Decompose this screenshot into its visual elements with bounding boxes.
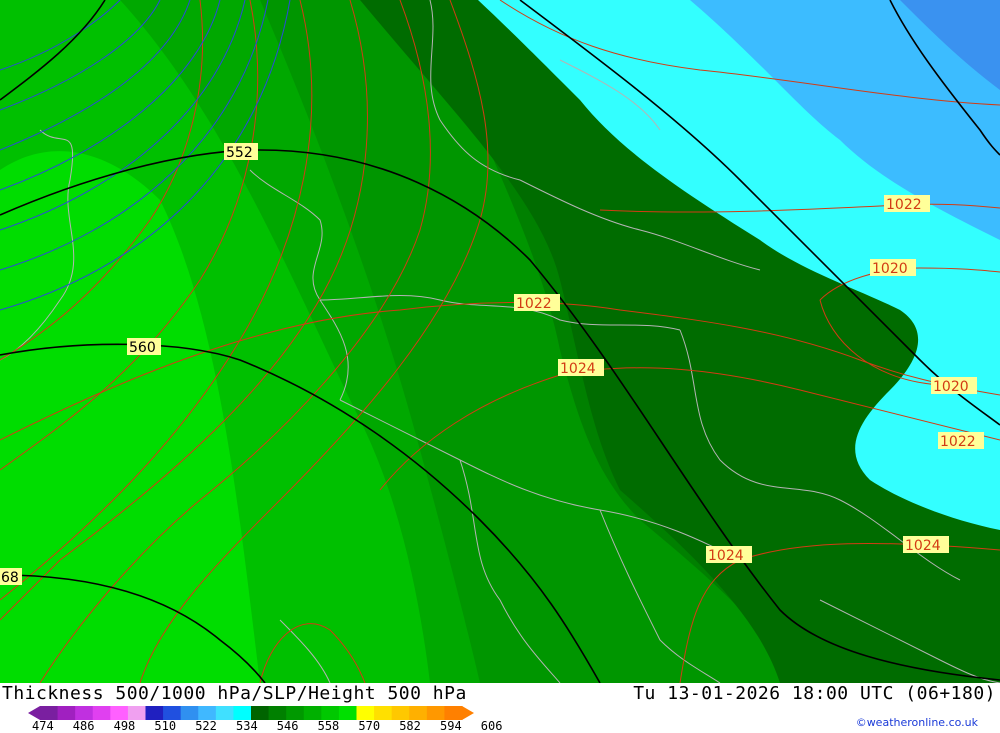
legend-cell bbox=[92, 706, 111, 720]
legend-tick: 522 bbox=[195, 719, 217, 733]
legend-tick: 570 bbox=[358, 719, 381, 733]
legend-cell bbox=[110, 706, 129, 720]
slp-label-1024-bottom: 1024 bbox=[706, 546, 752, 564]
legend-tick: 558 bbox=[317, 719, 340, 733]
legend-cell bbox=[40, 706, 59, 720]
svg-text:1022: 1022 bbox=[940, 434, 976, 450]
height-label-552: 552 bbox=[224, 143, 258, 161]
height-label-560: 560 bbox=[127, 338, 161, 356]
legend-tick: 594 bbox=[440, 719, 462, 733]
legend-cell bbox=[409, 706, 428, 720]
legend-cell bbox=[426, 706, 445, 720]
slp-label-1022-right: 1022 bbox=[938, 432, 984, 450]
svg-text:1020: 1020 bbox=[872, 261, 908, 277]
legend-cell bbox=[321, 706, 340, 720]
weather-map-view: 552 560 68 1022 1020 1022 1024 1020 1022… bbox=[0, 0, 1000, 733]
slp-label-1024-center: 1024 bbox=[558, 359, 604, 377]
legend-cell bbox=[251, 706, 270, 720]
svg-text:552: 552 bbox=[226, 145, 253, 161]
svg-text:1020: 1020 bbox=[933, 379, 969, 395]
legend-tick: 510 bbox=[154, 719, 177, 733]
map-valid-time: Tu 13-01-2026 18:00 UTC (06+180) bbox=[633, 683, 996, 704]
legend-cell bbox=[233, 706, 252, 720]
legend-cell bbox=[338, 706, 357, 720]
legend-cell bbox=[127, 706, 146, 720]
legend-arrow-high bbox=[462, 706, 474, 720]
slp-label-1020-top: 1020 bbox=[870, 259, 916, 277]
legend-tick: 606 bbox=[480, 719, 503, 733]
legend-cell bbox=[268, 706, 287, 720]
height-label-68: 68 bbox=[0, 568, 22, 586]
legend-cell bbox=[391, 706, 410, 720]
svg-text:1022: 1022 bbox=[886, 197, 922, 213]
map-title: Thickness 500/1000 hPa/SLP/Height 500 hP… bbox=[2, 683, 467, 704]
thickness-color-legend bbox=[28, 706, 474, 720]
svg-text:1022: 1022 bbox=[516, 296, 552, 312]
legend-cell bbox=[57, 706, 76, 720]
legend-cell bbox=[286, 706, 305, 720]
svg-text:1024: 1024 bbox=[560, 361, 596, 377]
svg-text:560: 560 bbox=[129, 340, 156, 356]
slp-label-1022-top: 1022 bbox=[884, 195, 930, 213]
map-footer: Thickness 500/1000 hPa/SLP/Height 500 hP… bbox=[0, 683, 1000, 733]
legend-tick: 582 bbox=[399, 719, 421, 733]
legend-tick: 534 bbox=[236, 719, 258, 733]
svg-text:1024: 1024 bbox=[905, 538, 941, 554]
legend-cell bbox=[75, 706, 94, 720]
legend-cell bbox=[145, 706, 164, 720]
source-credit[interactable]: ©weatheronline.co.uk bbox=[856, 716, 978, 729]
slp-label-1020-right: 1020 bbox=[931, 377, 977, 395]
legend-cell bbox=[215, 706, 234, 720]
legend-arrow-low bbox=[28, 706, 40, 720]
thickness-map: 552 560 68 1022 1020 1022 1024 1020 1022… bbox=[0, 0, 1000, 683]
svg-text:68: 68 bbox=[1, 570, 19, 586]
legend-tick: 498 bbox=[113, 719, 136, 733]
legend-tick-labels: 474 486 498 510 522 534 546 558 570 582 594 606 bbox=[0, 719, 520, 733]
legend-tick: 546 bbox=[276, 719, 299, 733]
legend-tick: 486 bbox=[72, 719, 95, 733]
legend-tick: 474 bbox=[32, 719, 54, 733]
slp-label-1024-right: 1024 bbox=[903, 536, 949, 554]
legend-cell bbox=[356, 706, 375, 720]
legend-cell bbox=[180, 706, 199, 720]
legend-cell bbox=[163, 706, 182, 720]
slp-label-1022-center: 1022 bbox=[514, 294, 560, 312]
legend-cell bbox=[198, 706, 217, 720]
svg-text:1024: 1024 bbox=[708, 548, 744, 564]
legend-cell bbox=[444, 706, 463, 720]
legend-cell bbox=[374, 706, 393, 720]
legend-cell bbox=[303, 706, 322, 720]
